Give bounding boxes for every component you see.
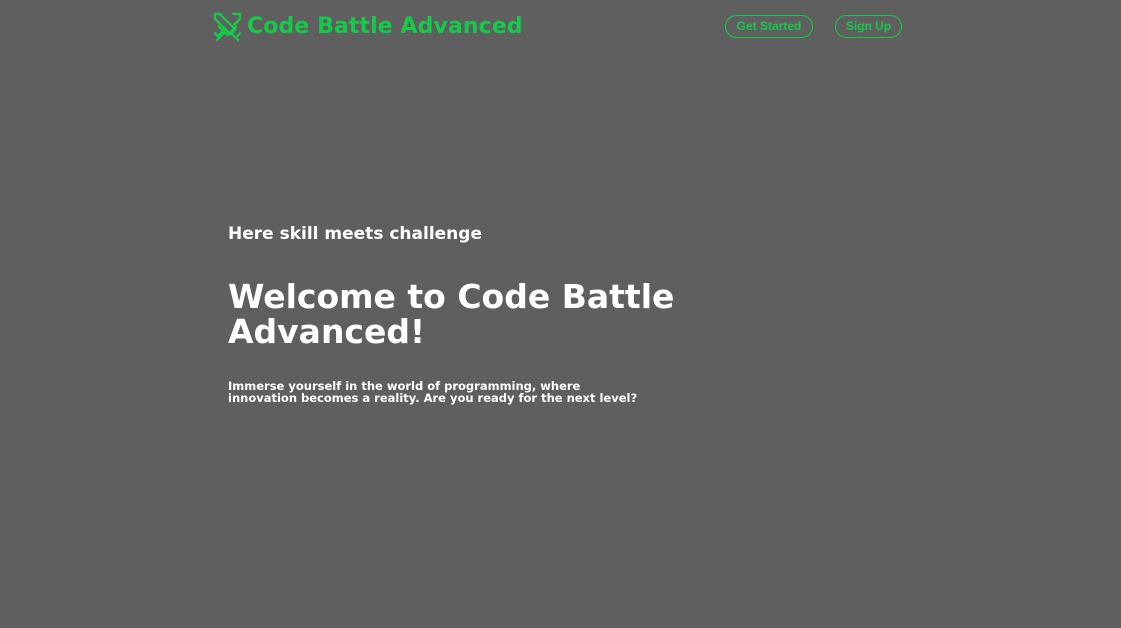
brand-name: Code Battle Advanced (247, 14, 523, 39)
brand-logo-link[interactable]: Code Battle Advanced (212, 11, 523, 42)
hero-section: Here skill meets challenge Welcome to Co… (228, 222, 678, 404)
site-header: Code Battle Advanced Get Started Sign Up (0, 0, 1121, 54)
sign-up-button[interactable]: Sign Up (835, 15, 902, 38)
crossed-swords-icon (213, 12, 242, 42)
get-started-button[interactable]: Get Started (725, 15, 813, 38)
hero-title: Welcome to Code Battle Advanced! (228, 277, 675, 351)
hero-tagline: Here skill meets challenge (228, 224, 482, 244)
hero-subtitle: Immerse yourself in the world of program… (228, 379, 638, 405)
